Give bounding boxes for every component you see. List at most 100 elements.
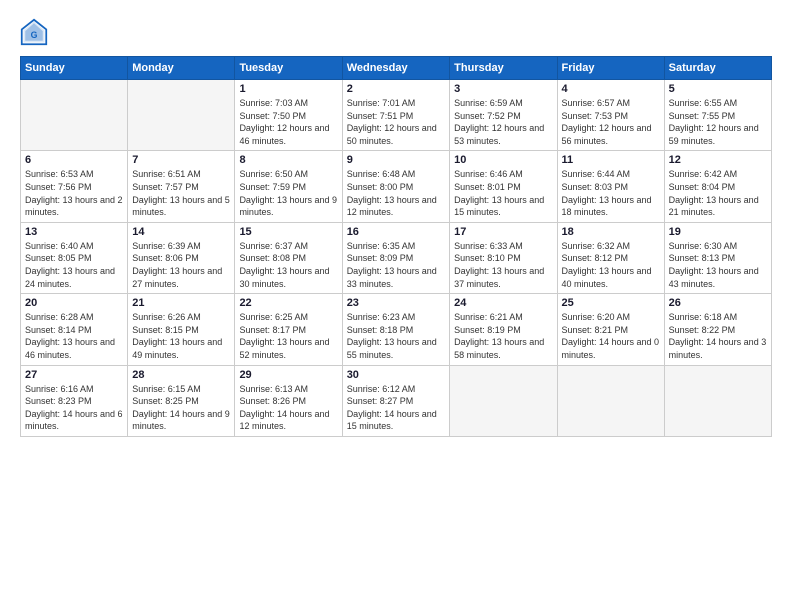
calendar-cell: 21 Sunrise: 6:26 AM Sunset: 8:15 PM Dayli… <box>128 294 235 365</box>
day-info: Sunrise: 6:48 AM Sunset: 8:00 PM Dayligh… <box>347 168 445 218</box>
day-number: 23 <box>347 297 445 309</box>
day-number: 12 <box>669 154 767 166</box>
calendar-cell: 13 Sunrise: 6:40 AM Sunset: 8:05 PM Dayli… <box>21 222 128 293</box>
day-number: 4 <box>562 83 660 95</box>
day-info: Sunrise: 6:42 AM Sunset: 8:04 PM Dayligh… <box>669 168 767 218</box>
calendar-cell <box>450 365 557 436</box>
calendar-cell: 15 Sunrise: 6:37 AM Sunset: 8:08 PM Dayli… <box>235 222 342 293</box>
calendar-cell: 25 Sunrise: 6:20 AM Sunset: 8:21 PM Dayli… <box>557 294 664 365</box>
day-number: 13 <box>25 226 123 238</box>
day-info: Sunrise: 6:39 AM Sunset: 8:06 PM Dayligh… <box>132 240 230 290</box>
day-info: Sunrise: 6:18 AM Sunset: 8:22 PM Dayligh… <box>669 311 767 361</box>
day-info: Sunrise: 7:03 AM Sunset: 7:50 PM Dayligh… <box>239 97 337 147</box>
day-number: 10 <box>454 154 552 166</box>
header-row: SundayMondayTuesdayWednesdayThursdayFrid… <box>21 57 772 80</box>
calendar-cell: 5 Sunrise: 6:55 AM Sunset: 7:55 PM Daylig… <box>664 80 771 151</box>
day-info: Sunrise: 6:21 AM Sunset: 8:19 PM Dayligh… <box>454 311 552 361</box>
calendar-cell: 17Sunrise: 6:33 AM Sunset: 8:10 PM Dayli… <box>450 222 557 293</box>
calendar-cell <box>128 80 235 151</box>
day-number: 16 <box>347 226 445 238</box>
day-info: Sunrise: 6:30 AM Sunset: 8:13 PM Dayligh… <box>669 240 767 290</box>
calendar-cell: 20 Sunrise: 6:28 AM Sunset: 8:14 PM Dayli… <box>21 294 128 365</box>
calendar-cell: 16 Sunrise: 6:35 AM Sunset: 8:09 PM Dayli… <box>342 222 449 293</box>
calendar-week-row: 20 Sunrise: 6:28 AM Sunset: 8:14 PM Dayli… <box>21 294 772 365</box>
calendar-cell: 22Sunrise: 6:25 AM Sunset: 8:17 PM Dayli… <box>235 294 342 365</box>
calendar-cell: 6 Sunrise: 6:53 AM Sunset: 7:56 PM Daylig… <box>21 151 128 222</box>
day-info: Sunrise: 6:50 AM Sunset: 7:59 PM Dayligh… <box>239 168 337 218</box>
day-info: Sunrise: 6:51 AM Sunset: 7:57 PM Dayligh… <box>132 168 230 218</box>
calendar-week-row: 1 Sunrise: 7:03 AM Sunset: 7:50 PM Daylig… <box>21 80 772 151</box>
calendar-cell: 9 Sunrise: 6:48 AM Sunset: 8:00 PM Daylig… <box>342 151 449 222</box>
day-info: Sunrise: 6:40 AM Sunset: 8:05 PM Dayligh… <box>25 240 123 290</box>
day-info: Sunrise: 6:32 AM Sunset: 8:12 PM Dayligh… <box>562 240 660 290</box>
day-number: 30 <box>347 369 445 381</box>
calendar-cell: 29Sunrise: 6:13 AM Sunset: 8:26 PM Dayli… <box>235 365 342 436</box>
calendar-week-row: 6 Sunrise: 6:53 AM Sunset: 7:56 PM Daylig… <box>21 151 772 222</box>
day-info: Sunrise: 6:28 AM Sunset: 8:14 PM Dayligh… <box>25 311 123 361</box>
day-info: Sunrise: 7:01 AM Sunset: 7:51 PM Dayligh… <box>347 97 445 147</box>
calendar-cell: 1 Sunrise: 7:03 AM Sunset: 7:50 PM Daylig… <box>235 80 342 151</box>
svg-text:G: G <box>31 30 38 40</box>
day-of-week-header: Saturday <box>664 57 771 80</box>
logo: G <box>20 18 52 46</box>
calendar-cell <box>664 365 771 436</box>
calendar-cell: 10 Sunrise: 6:46 AM Sunset: 8:01 PM Dayli… <box>450 151 557 222</box>
day-info: Sunrise: 6:55 AM Sunset: 7:55 PM Dayligh… <box>669 97 767 147</box>
calendar-cell: 11 Sunrise: 6:44 AM Sunset: 8:03 PM Dayli… <box>557 151 664 222</box>
day-number: 3 <box>454 83 552 95</box>
day-info: Sunrise: 6:44 AM Sunset: 8:03 PM Dayligh… <box>562 168 660 218</box>
calendar-cell: 24 Sunrise: 6:21 AM Sunset: 8:19 PM Dayli… <box>450 294 557 365</box>
day-info: Sunrise: 6:26 AM Sunset: 8:15 PM Dayligh… <box>132 311 230 361</box>
day-number: 2 <box>347 83 445 95</box>
calendar-cell: 3Sunrise: 6:59 AM Sunset: 7:52 PM Daylig… <box>450 80 557 151</box>
day-number: 11 <box>562 154 660 166</box>
day-number: 25 <box>562 297 660 309</box>
header: G <box>20 18 772 46</box>
day-number: 20 <box>25 297 123 309</box>
calendar-cell <box>557 365 664 436</box>
calendar-table: SundayMondayTuesdayWednesdayThursdayFrid… <box>20 56 772 437</box>
calendar-cell <box>21 80 128 151</box>
calendar-cell: 30 Sunrise: 6:12 AM Sunset: 8:27 PM Dayli… <box>342 365 449 436</box>
day-info: Sunrise: 6:53 AM Sunset: 7:56 PM Dayligh… <box>25 168 123 218</box>
day-number: 9 <box>347 154 445 166</box>
day-info: Sunrise: 6:16 AM Sunset: 8:23 PM Dayligh… <box>25 383 123 433</box>
day-number: 19 <box>669 226 767 238</box>
day-info: Sunrise: 6:20 AM Sunset: 8:21 PM Dayligh… <box>562 311 660 361</box>
day-info: Sunrise: 6:35 AM Sunset: 8:09 PM Dayligh… <box>347 240 445 290</box>
day-number: 1 <box>239 83 337 95</box>
day-number: 24 <box>454 297 552 309</box>
day-number: 15 <box>239 226 337 238</box>
calendar-week-row: 27 Sunrise: 6:16 AM Sunset: 8:23 PM Dayli… <box>21 365 772 436</box>
calendar-header: SundayMondayTuesdayWednesdayThursdayFrid… <box>21 57 772 80</box>
calendar-cell: 14Sunrise: 6:39 AM Sunset: 8:06 PM Dayli… <box>128 222 235 293</box>
day-of-week-header: Friday <box>557 57 664 80</box>
day-info: Sunrise: 6:25 AM Sunset: 8:17 PM Dayligh… <box>239 311 337 361</box>
calendar-cell: 26Sunrise: 6:18 AM Sunset: 8:22 PM Dayli… <box>664 294 771 365</box>
calendar-body: 1 Sunrise: 7:03 AM Sunset: 7:50 PM Daylig… <box>21 80 772 437</box>
calendar-cell: 23 Sunrise: 6:23 AM Sunset: 8:18 PM Dayli… <box>342 294 449 365</box>
day-number: 7 <box>132 154 230 166</box>
day-of-week-header: Thursday <box>450 57 557 80</box>
calendar-cell: 12 Sunrise: 6:42 AM Sunset: 8:04 PM Dayli… <box>664 151 771 222</box>
day-info: Sunrise: 6:15 AM Sunset: 8:25 PM Dayligh… <box>132 383 230 433</box>
day-number: 21 <box>132 297 230 309</box>
calendar-cell: 2 Sunrise: 7:01 AM Sunset: 7:51 PM Daylig… <box>342 80 449 151</box>
day-info: Sunrise: 6:57 AM Sunset: 7:53 PM Dayligh… <box>562 97 660 147</box>
page: G SundayMondayTuesdayWednesdayThursdayFr… <box>0 0 792 612</box>
calendar-cell: 19 Sunrise: 6:30 AM Sunset: 8:13 PM Dayli… <box>664 222 771 293</box>
day-number: 18 <box>562 226 660 238</box>
day-number: 27 <box>25 369 123 381</box>
day-info: Sunrise: 6:37 AM Sunset: 8:08 PM Dayligh… <box>239 240 337 290</box>
day-of-week-header: Tuesday <box>235 57 342 80</box>
day-number: 5 <box>669 83 767 95</box>
day-of-week-header: Sunday <box>21 57 128 80</box>
calendar-cell: 8Sunrise: 6:50 AM Sunset: 7:59 PM Daylig… <box>235 151 342 222</box>
day-info: Sunrise: 6:46 AM Sunset: 8:01 PM Dayligh… <box>454 168 552 218</box>
day-info: Sunrise: 6:12 AM Sunset: 8:27 PM Dayligh… <box>347 383 445 433</box>
day-number: 29 <box>239 369 337 381</box>
day-info: Sunrise: 6:23 AM Sunset: 8:18 PM Dayligh… <box>347 311 445 361</box>
calendar-week-row: 13 Sunrise: 6:40 AM Sunset: 8:05 PM Dayli… <box>21 222 772 293</box>
day-number: 6 <box>25 154 123 166</box>
calendar-cell: 4 Sunrise: 6:57 AM Sunset: 7:53 PM Daylig… <box>557 80 664 151</box>
